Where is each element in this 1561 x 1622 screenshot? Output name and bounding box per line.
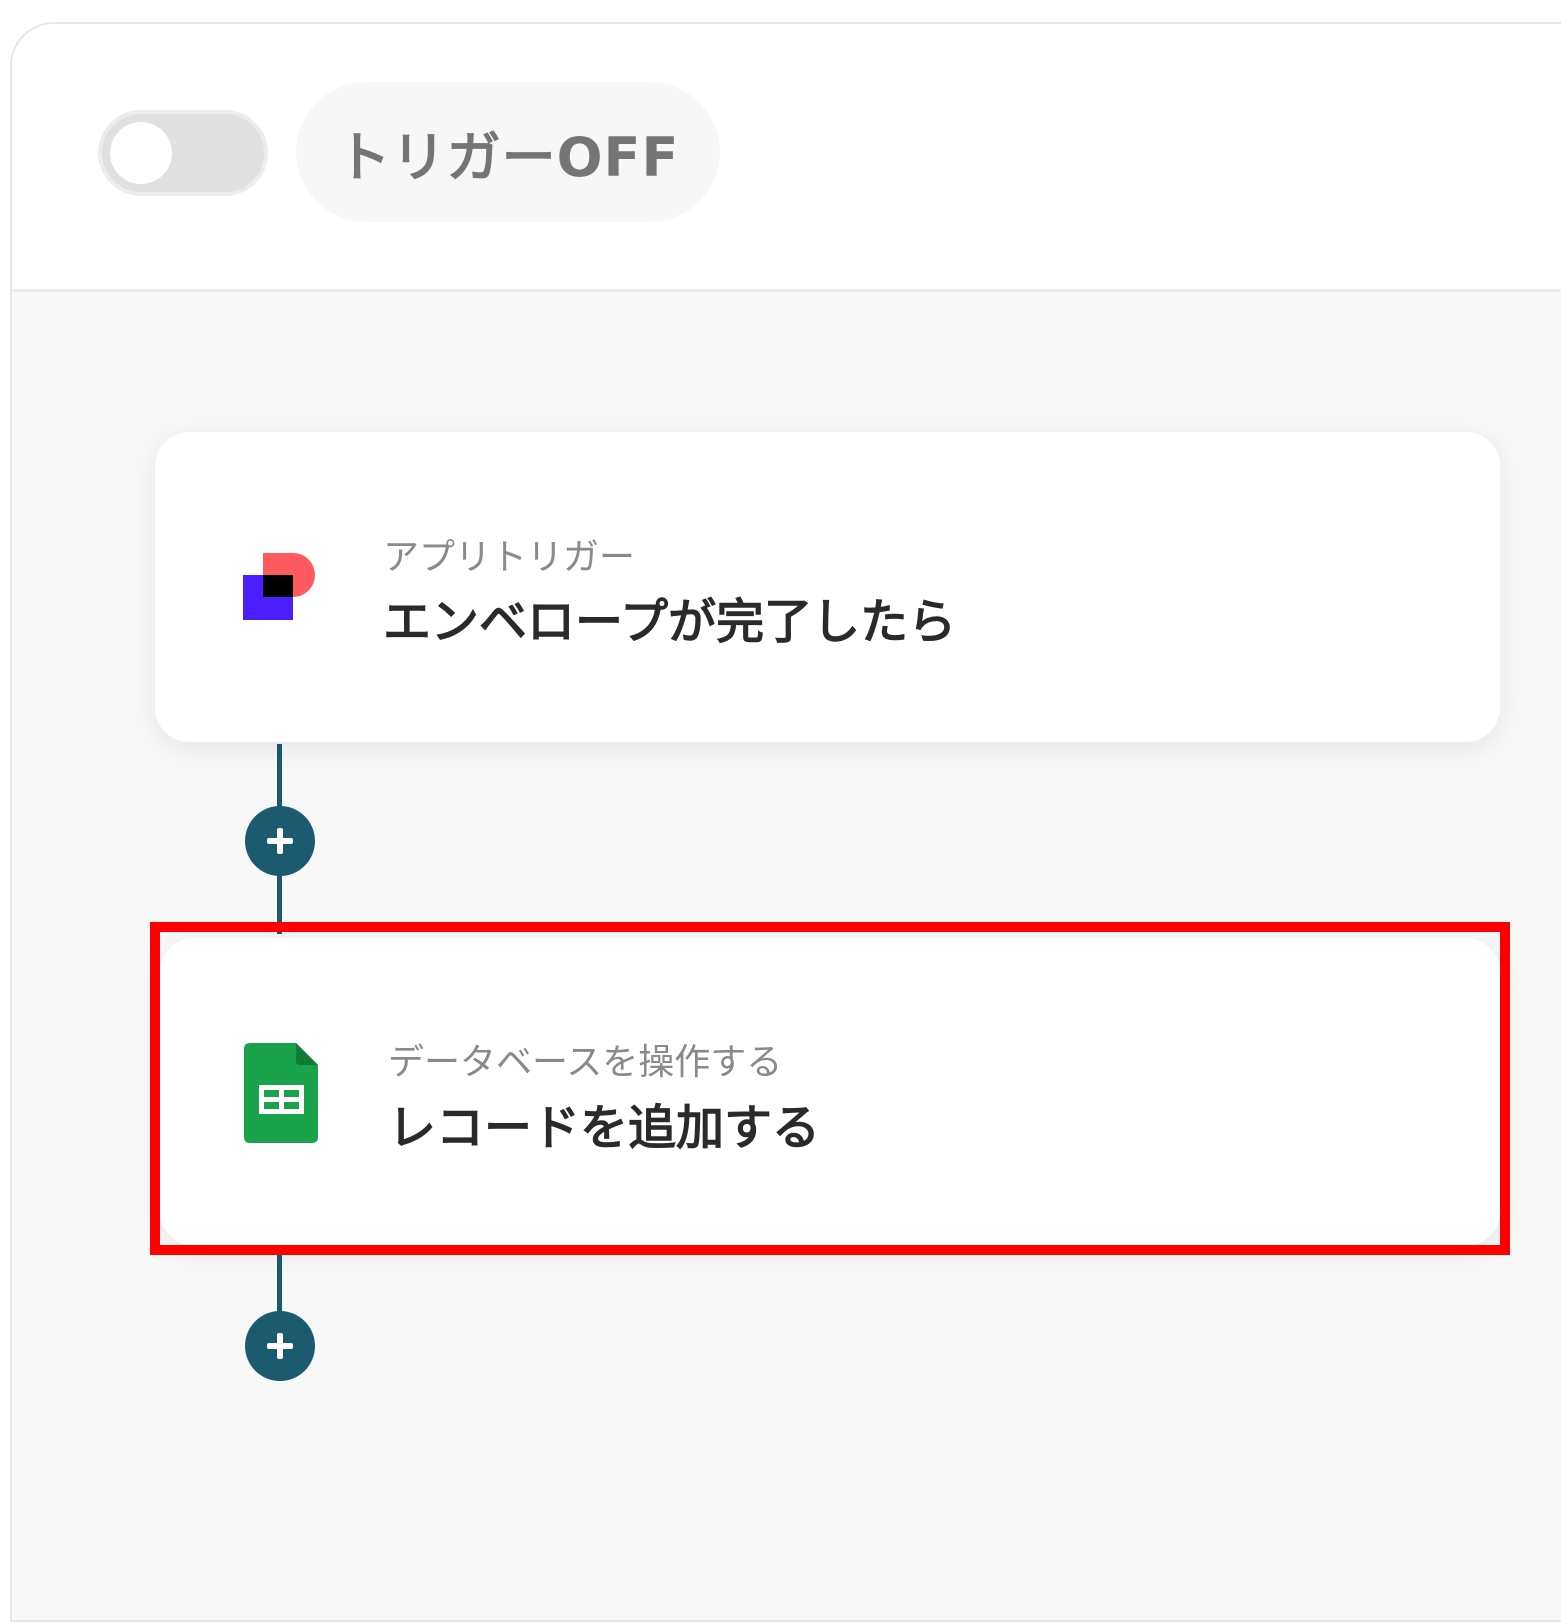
add-step-button[interactable] [245,806,315,876]
step-title: レコードを追加する [388,1100,821,1156]
add-step-button[interactable] [245,1311,315,1381]
flow-step-card-trigger[interactable]: アプリトリガー エンベロープが完了したら [155,432,1500,742]
step-title: エンベロープが完了したら [383,594,957,650]
flow-step-card-action[interactable]: データベースを操作する レコードを追加する [160,938,1500,1246]
toggle-knob [110,122,172,184]
flow-header: トリガーOFF [12,24,1561,292]
trigger-status-label: トリガーOFF [336,125,680,189]
step-category-label: データベースを操作する [388,1042,783,1083]
trigger-status-badge: トリガーOFF [296,82,720,222]
docusign-app-icon [239,547,317,647]
flow-editor-panel: トリガーOFF [10,22,1561,1622]
google-sheets-icon [244,1043,322,1143]
step-category-label: アプリトリガー [383,537,636,578]
trigger-toggle[interactable] [98,110,268,196]
